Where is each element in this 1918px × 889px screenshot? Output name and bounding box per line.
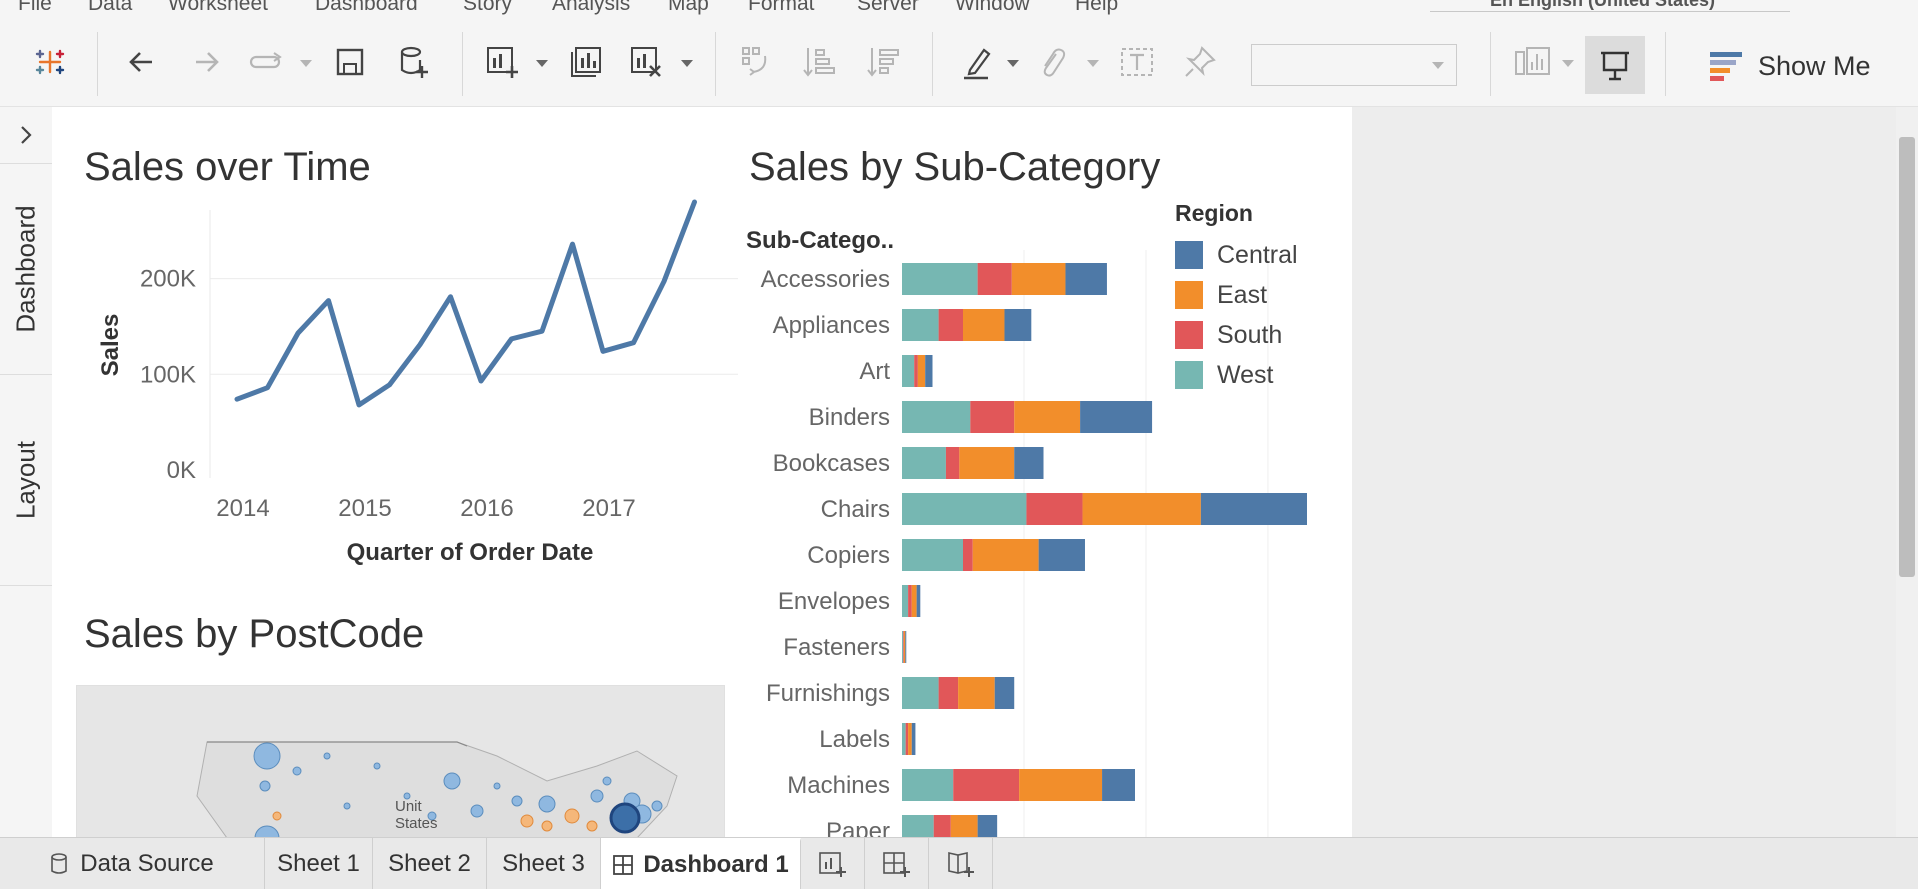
legend-item-east[interactable]: East xyxy=(1175,275,1335,315)
menu-story[interactable]: Story xyxy=(463,0,512,16)
show-labels-icon[interactable] xyxy=(1115,40,1159,84)
sort-descending-icon[interactable] xyxy=(862,40,906,84)
dashboard-icon xyxy=(613,855,634,875)
tab-label: Sheet 1 xyxy=(277,849,360,877)
menu-bar: File Data Worksheet Dashboard Story Anal… xyxy=(0,0,1918,22)
menu-format[interactable]: Format xyxy=(748,0,815,16)
replay-icon[interactable] xyxy=(244,40,288,84)
fix-axes-pin-icon[interactable] xyxy=(1178,40,1222,84)
tab-dashboard-1[interactable]: Dashboard 1 xyxy=(601,838,801,889)
map-label-united: Unit xyxy=(395,798,422,815)
tab-layout[interactable]: Layout xyxy=(0,375,52,586)
tab-label: Data Source xyxy=(80,849,214,877)
legend-label: South xyxy=(1217,320,1283,349)
language-selector[interactable]: En English (United States) xyxy=(1430,0,1790,12)
new-story-tab-button[interactable] xyxy=(929,838,993,889)
new-worksheet-tab-button[interactable] xyxy=(801,838,865,889)
chevron-right-icon xyxy=(21,126,32,144)
vertical-scrollbar[interactable] xyxy=(1896,107,1918,837)
save-icon[interactable] xyxy=(328,40,372,84)
highlight-dropdown-icon[interactable] xyxy=(1007,60,1019,67)
new-dashboard-icon xyxy=(882,851,910,877)
expand-panel-button[interactable] xyxy=(0,107,52,164)
undo-icon[interactable] xyxy=(120,40,164,84)
legend-swatch xyxy=(1175,321,1203,349)
tab-label: Sheet 3 xyxy=(502,849,585,877)
menu-worksheet[interactable]: Worksheet xyxy=(168,0,268,16)
postcode-map[interactable]: Unit States xyxy=(76,685,725,839)
new-worksheet-icon xyxy=(818,851,846,877)
legend-swatch xyxy=(1175,241,1203,269)
legend-item-central[interactable]: Central xyxy=(1175,235,1335,275)
side-panel: Dashboard Layout xyxy=(0,107,53,837)
menu-map[interactable]: Map xyxy=(668,0,709,16)
tab-layout-label: Layout xyxy=(10,440,41,520)
legend-item-west[interactable]: West xyxy=(1175,355,1335,395)
show-cards-dropdown-icon[interactable] xyxy=(1562,60,1574,67)
tab-sheet-2[interactable]: Sheet 2 xyxy=(373,838,487,889)
duplicate-sheet-icon[interactable] xyxy=(564,40,608,84)
region-legend[interactable]: Region Central East South West xyxy=(1175,200,1335,395)
presentation-icon xyxy=(1601,51,1629,81)
legend-label: East xyxy=(1217,280,1268,309)
tab-data-source[interactable]: Data Source xyxy=(0,838,265,889)
new-worksheet-icon[interactable] xyxy=(480,40,524,84)
database-icon xyxy=(51,852,68,874)
scrollbar-thumb[interactable] xyxy=(1899,137,1915,577)
line-chart-title: Sales over Time xyxy=(84,145,371,189)
bar-chart-title: Sales by Sub-Category xyxy=(749,145,1161,189)
clear-sheet-dropdown-icon[interactable] xyxy=(681,60,693,67)
fit-width-select[interactable] xyxy=(1251,44,1457,86)
show-me-button[interactable]: Show Me xyxy=(1710,44,1871,88)
tab-label: Sheet 2 xyxy=(388,849,471,877)
tab-dashboard-label: Dashboard xyxy=(10,205,41,333)
dashboard-margin xyxy=(1352,107,1896,837)
swap-rows-columns-icon[interactable] xyxy=(735,40,779,84)
legend-label: Central xyxy=(1217,240,1298,269)
legend-swatch xyxy=(1175,281,1203,309)
redo-icon[interactable] xyxy=(184,40,228,84)
sort-ascending-icon[interactable] xyxy=(798,40,842,84)
menu-analysis[interactable]: Analysis xyxy=(552,0,630,16)
menu-server[interactable]: Server xyxy=(857,0,919,16)
replay-dropdown-icon[interactable] xyxy=(300,60,312,67)
highlight-icon[interactable] xyxy=(956,40,1000,84)
tab-sheet-1[interactable]: Sheet 1 xyxy=(265,838,373,889)
menu-dashboard[interactable]: Dashboard xyxy=(315,0,418,16)
new-story-icon xyxy=(947,851,974,877)
menu-window[interactable]: Window xyxy=(955,0,1030,16)
presentation-mode-button[interactable] xyxy=(1585,36,1645,94)
legend-title: Region xyxy=(1175,200,1253,226)
map-title: Sales by PostCode xyxy=(84,612,425,656)
new-dashboard-tab-button[interactable] xyxy=(865,838,929,889)
sheet-tab-bar: Data Source Sheet 1 Sheet 2 Sheet 3 Dash… xyxy=(0,837,1918,889)
map-label-states: States xyxy=(395,815,438,832)
legend-swatch xyxy=(1175,361,1203,389)
menu-data[interactable]: Data xyxy=(88,0,132,16)
show-me-icon xyxy=(1710,52,1742,81)
attach-dropdown-icon[interactable] xyxy=(1087,60,1099,67)
show-me-label: Show Me xyxy=(1758,50,1871,81)
clear-sheet-icon[interactable] xyxy=(624,40,668,84)
tab-label: Dashboard 1 xyxy=(643,851,789,878)
legend-item-south[interactable]: South xyxy=(1175,315,1335,355)
tab-dashboard[interactable]: Dashboard xyxy=(0,164,52,375)
new-data-source-icon[interactable] xyxy=(392,40,436,84)
menu-file[interactable]: File xyxy=(18,0,52,16)
legend-label: West xyxy=(1217,360,1274,389)
tab-sheet-3[interactable]: Sheet 3 xyxy=(487,838,601,889)
tableau-logo-icon[interactable] xyxy=(28,40,72,84)
attach-icon[interactable] xyxy=(1030,40,1074,84)
show-cards-icon[interactable] xyxy=(1510,40,1554,84)
fit-dropdown-icon[interactable] xyxy=(1432,62,1444,69)
new-worksheet-dropdown-icon[interactable] xyxy=(536,60,548,67)
toolbar: Show Me xyxy=(0,22,1918,107)
menu-help[interactable]: Help xyxy=(1075,0,1118,16)
